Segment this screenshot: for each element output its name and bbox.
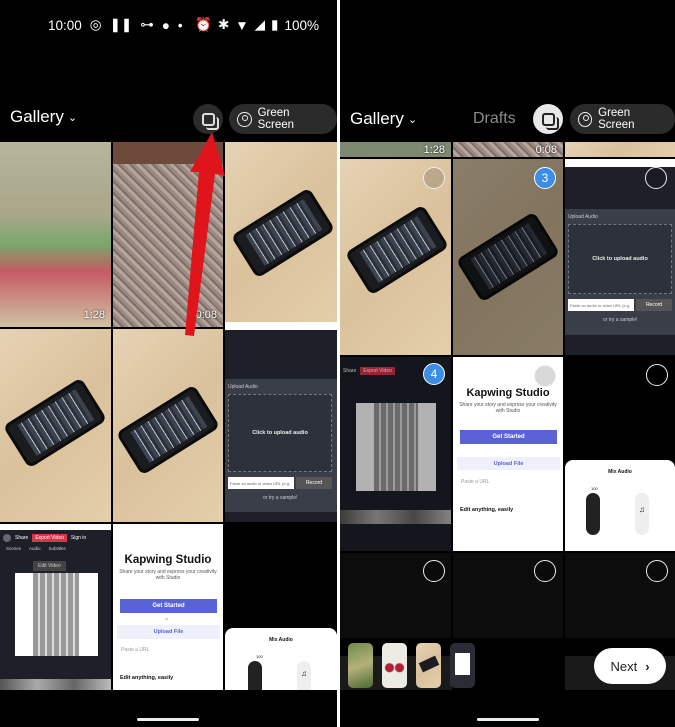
get-started: Get Started [460,430,557,444]
select-circle[interactable] [423,560,445,582]
edit-easily: Edit anything, easily [460,507,514,513]
next-label: Next [610,658,638,674]
selected-thumbnail[interactable] [416,643,441,688]
photo-content [344,204,450,296]
mix-audio-title: Mix Audio [608,469,632,475]
gallery-video-tile[interactable]: 1:28 [340,142,451,157]
photo-content [418,655,440,673]
gallery-screenshot-tile-selected[interactable]: Share Export Video [340,357,451,551]
upload-zone: Click to upload audio [568,224,672,294]
chevron-down-icon: ⌄ [407,113,418,126]
select-circle[interactable] [534,560,556,582]
select-circle[interactable] [534,365,556,387]
left-screen: 10:00 ◎ ❚❚ ⊶ ● • ⏰ ✱ ▼ ◢ ▮ 100% Gallery ⌄ Green Scr… [0,0,337,727]
selected-thumbnail[interactable] [450,643,475,688]
gallery-tile[interactable] [565,553,675,638]
photo-content [455,653,470,675]
selection-badge[interactable]: 4 [423,363,445,385]
video-canvas [356,403,436,491]
green-screen-button[interactable]: Green Screen [570,104,675,134]
studio-title: Kapwing Studio [466,387,550,399]
stack-icon [541,112,559,130]
select-circle[interactable] [423,167,445,189]
right-screen: Gallery ⌄ Drafts Green Screen 1:28 0:08 3… [340,0,675,727]
gallery-photo-tile[interactable] [565,142,675,157]
selection-badge[interactable]: 3 [534,167,556,189]
select-circle[interactable] [646,560,668,582]
mix-value: 100 [591,486,598,491]
gallery-screenshot-tile[interactable]: Kapwing Studio Share your story and expr… [453,357,563,551]
try-sample: or try a sample! [603,317,638,323]
browser-bar [565,159,675,167]
record-button: Record [636,299,672,311]
selected-thumbnail[interactable] [348,643,373,688]
red-arrow-annotation [185,132,225,336]
video-duration: 0:08 [535,144,557,156]
person-icon [578,111,593,127]
gallery-screenshot-tile[interactable]: Mix Audio 100 ♫ [565,460,675,551]
paste-url: Paste a URL [461,479,490,485]
arrow-shape [185,132,225,336]
gallery-tile[interactable] [453,553,563,638]
timeline [340,510,451,524]
select-circle[interactable] [645,167,667,189]
url-field: Paste an audio or video URL (e.g. [568,299,634,311]
home-indicator[interactable] [137,718,199,721]
volume-slider [586,493,600,535]
photo-content [455,211,561,303]
upload-audio-dialog: Upload Audio Click to upload audio Paste… [565,209,675,335]
drafts-tab[interactable]: Drafts [473,110,516,128]
share: Share [343,368,357,374]
gallery-tile[interactable] [340,553,451,638]
studio-subtitle: Share your story and express your creati… [459,402,557,414]
upload-file: Upload File [457,457,560,470]
multi-select-button[interactable] [533,104,563,134]
dialog-title: Upload Audio [568,214,598,220]
gallery-screenshot-tile[interactable]: Upload Audio Click to upload audio Paste… [565,159,675,355]
selected-thumbnail[interactable] [382,643,407,688]
gallery-label: Gallery [350,109,404,128]
music-note-icon: ♫ [635,493,649,535]
video-frame [374,403,418,491]
gallery-photo-tile[interactable] [340,159,451,355]
green-screen-label: Green Screen [598,107,635,131]
next-button[interactable]: Next › [594,648,666,684]
gallery-dropdown[interactable]: Gallery ⌄ [350,109,417,129]
chevron-right-icon: › [645,658,650,674]
gallery-video-tile[interactable]: 0:08 [453,142,563,157]
home-indicator[interactable] [477,718,539,721]
select-circle[interactable] [646,364,668,386]
export: Export Video [360,367,395,375]
video-duration: 1:28 [423,144,445,156]
